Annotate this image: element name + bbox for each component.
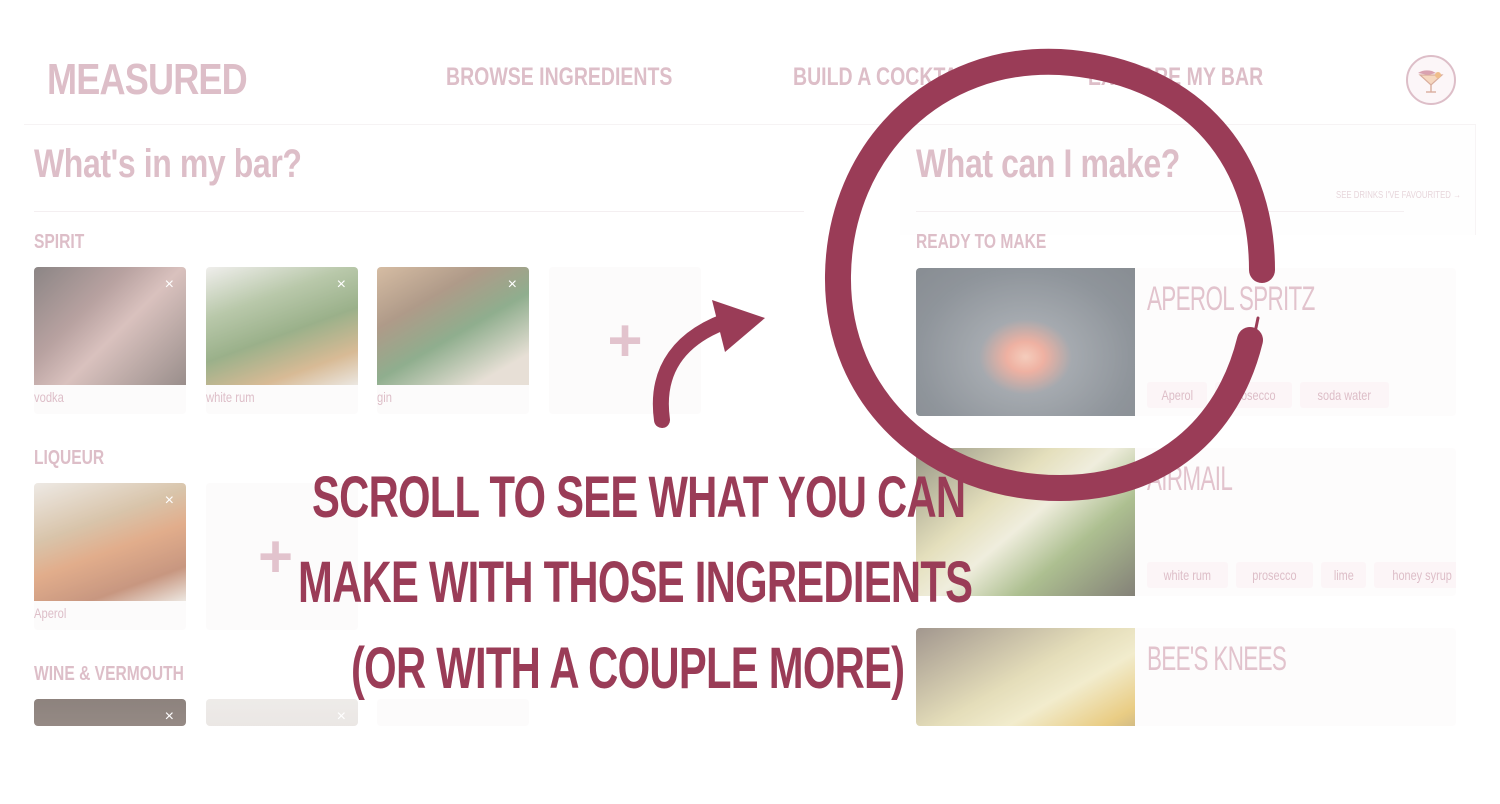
- nav-explore-my-bar[interactable]: EXPLORE MY BAR: [1088, 63, 1263, 92]
- remove-icon[interactable]: ×: [508, 277, 517, 293]
- nav-build-a-cocktail[interactable]: BUILD A COCKTAIL: [793, 63, 975, 92]
- drink-name: AIRMAIL: [1147, 460, 1233, 498]
- vodka-image: [34, 267, 186, 385]
- vermouth-image: [206, 699, 358, 726]
- ingredient-card-vermouth[interactable]: ×: [206, 699, 358, 726]
- tag-aperol: Aperol: [1147, 382, 1208, 408]
- aperol-image: [34, 483, 186, 601]
- drink-card-airmail[interactable]: AIRMAIL white rum prosecco lime honey sy…: [916, 448, 1456, 596]
- tag-honey-syrup: honey syrup: [1374, 562, 1456, 588]
- banner-line-1: SCROLL TO SEE WHAT YOU CAN: [312, 465, 966, 530]
- logo[interactable]: MEASURED: [47, 55, 248, 105]
- ingredient-label: vodka: [34, 389, 64, 405]
- tag-prosecco: prosecco: [1235, 562, 1313, 588]
- banner-line-2: MAKE WITH THOSE INGREDIENTS: [298, 550, 973, 615]
- ingredient-card-aperol[interactable]: × Aperol: [34, 483, 186, 630]
- drink-name: APEROL SPRITZ: [1147, 280, 1315, 318]
- remove-icon[interactable]: ×: [337, 709, 346, 725]
- ingredient-card-white-rum[interactable]: × white rum: [206, 267, 358, 414]
- gin-image: [377, 267, 529, 385]
- bar-title-divider: [34, 211, 804, 212]
- drink-name: BEE'S KNEES: [1147, 640, 1287, 678]
- avatar[interactable]: [1406, 55, 1456, 105]
- remove-icon[interactable]: ×: [165, 493, 174, 509]
- ingredient-card-gin[interactable]: × gin: [377, 267, 529, 414]
- white-rum-image: [206, 267, 358, 385]
- tag-lime: lime: [1320, 562, 1367, 588]
- section-spirit: SPIRIT: [34, 231, 85, 253]
- remove-icon[interactable]: ×: [337, 277, 346, 293]
- aperol-spritz-image: [916, 268, 1135, 416]
- ingredient-label: Aperol: [34, 605, 67, 621]
- add-spirit-button[interactable]: +: [549, 267, 701, 414]
- ingredient-card-vodka[interactable]: × vodka: [34, 267, 186, 414]
- section-liqueur: LIQUEUR: [34, 447, 105, 469]
- ingredient-card-wine[interactable]: ×: [34, 699, 186, 726]
- remove-icon[interactable]: ×: [165, 277, 174, 293]
- tag-soda-water: soda water: [1300, 382, 1389, 408]
- bar-title: What's in my bar?: [34, 142, 302, 186]
- bees-knees-image: [916, 628, 1135, 726]
- ingredient-label: gin: [377, 389, 392, 405]
- section-ready-to-make: READY TO MAKE: [916, 231, 1047, 253]
- banner-line-3: (OR WITH A COUPLE MORE): [351, 636, 905, 701]
- add-wine-button[interactable]: [377, 699, 529, 726]
- ingredient-label: white rum: [206, 389, 255, 405]
- remove-icon[interactable]: ×: [165, 709, 174, 725]
- make-title-divider: [916, 211, 1404, 212]
- make-title: What can I make?: [916, 142, 1180, 186]
- cocktail-hand-icon: [1418, 70, 1444, 93]
- nav-browse-ingredients[interactable]: BROWSE INGREDIENTS: [446, 63, 672, 92]
- section-wine-vermouth: WINE & VERMOUTH: [34, 663, 184, 685]
- see-favourites-link[interactable]: SEE DRINKS I'VE FAVOURITED →: [1336, 190, 1461, 201]
- drink-card-aperol-spritz[interactable]: APEROL SPRITZ Aperol prosecco soda water: [916, 268, 1456, 416]
- tag-prosecco: prosecco: [1215, 382, 1293, 408]
- drink-card-bees-knees[interactable]: BEE'S KNEES: [916, 628, 1456, 726]
- tag-white-rum: white rum: [1147, 562, 1228, 588]
- wine-image: [34, 699, 186, 726]
